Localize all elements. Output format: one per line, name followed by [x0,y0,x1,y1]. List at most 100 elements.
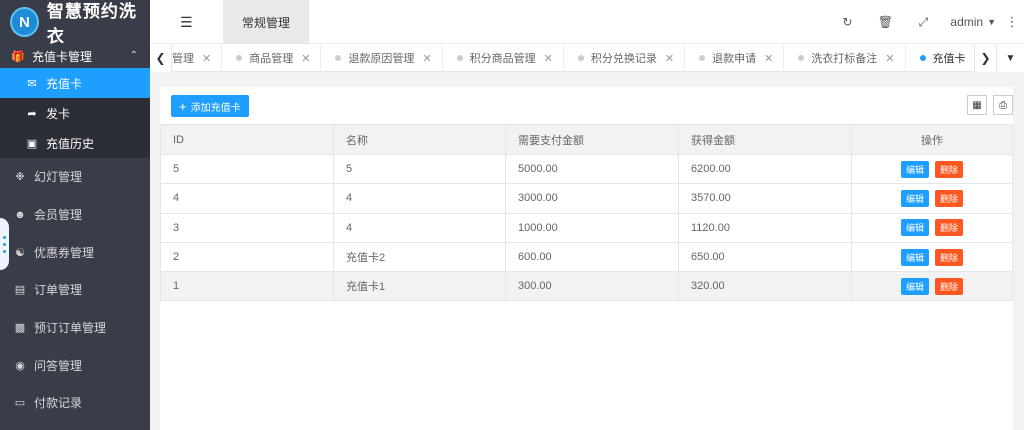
tab-points-exchange[interactable]: 积分兑换记录 ✕ [564,44,686,72]
sidebar-item-label: 优惠券管理 [34,245,95,260]
cell-pay-amount: 1000.00 [505,212,679,243]
sidebar-item-qa[interactable]: ◉ 问答管理 [0,346,150,384]
tab-points-products[interactable]: 积分商品管理 ✕ [443,44,564,72]
tab-label: 退款申请 [712,53,757,65]
table-toolbar: + 添加充值卡 ▦ ⎙ [160,87,1013,124]
column-header-pay-amount[interactable]: 需要支付金额 [505,124,679,155]
add-recharge-card-button[interactable]: + 添加充值卡 [171,95,249,117]
close-icon[interactable]: ✕ [544,52,553,65]
cell-get-amount: 320.00 [678,271,852,302]
sidebar-item-label: 付款记录 [34,396,83,411]
close-icon[interactable]: ✕ [885,52,894,65]
cell-id: 1 [160,271,334,302]
tab-label: 商品管理 [249,53,294,65]
column-header-get-amount[interactable]: 获得金额 [678,124,852,155]
trash-icon[interactable]: 🗑 [866,15,904,29]
tab-label: 退款原因管理 [348,53,415,65]
payment-icon: ▭ [14,397,26,410]
tab-label: 管理 [172,53,194,65]
column-header-name[interactable]: 名称 [333,124,506,155]
sidebar-item-slides[interactable]: ❉ 幻灯管理 [0,158,150,196]
table-row[interactable]: 2 充值卡2 600.00 650.00 编辑 删除 [160,241,1013,273]
edit-button[interactable]: 编辑 [900,219,929,237]
cell-name: 充值卡2 [333,241,506,273]
edit-button[interactable]: 编辑 [900,277,929,295]
print-icon[interactable]: ⎙ [993,95,1013,115]
sidebar-item-recharge-card[interactable]: ✉ 充值卡 [0,68,150,98]
cell-pay-amount: 600.00 [505,241,679,273]
sidebar-item-booking-orders[interactable]: ▩ 预订订单管理 [0,309,150,347]
more-vertical-icon[interactable]: ⋮ [1000,14,1024,30]
sidebar-item-coupons[interactable]: ☯ 优惠券管理 [0,233,150,271]
recharge-card-table: ID 名称 需要支付金额 获得金额 操作 5 5 5000.00 6200.00… [160,124,1013,302]
close-icon[interactable]: ✕ [301,52,310,65]
app-title: 智慧预约洗衣 [46,2,137,46]
tab-refund-reasons[interactable]: 退款原因管理 ✕ [321,44,443,72]
close-icon[interactable]: ✕ [422,52,431,65]
tab-dot [335,55,342,61]
sidebar-item-payments[interactable]: ▭ 付款记录 [0,384,150,422]
caret-down-icon: ▼ [987,17,996,27]
tab-recharge-card[interactable]: 充值卡✕ [906,44,968,72]
cell-get-amount: 6200.00 [678,153,852,185]
close-icon[interactable]: ✕ [764,52,773,65]
edit-button[interactable]: 编辑 [900,248,929,266]
tabs-dropdown-icon[interactable]: ▼ [996,44,1024,72]
sidebar-item-label: 充值卡 [46,76,83,91]
sidebar-item-recharge-history[interactable]: ▣ 充值历史 [0,128,150,158]
refresh-icon[interactable]: ↻ [828,15,866,29]
table-row[interactable]: 3 4 1000.00 1120.00 编辑 删除 [160,212,1013,243]
delete-button[interactable]: 删除 [935,219,964,237]
sidebar-item-members[interactable]: ☻ 会员管理 [0,196,150,234]
fullscreen-icon[interactable]: ⤢ [904,15,942,30]
cell-actions: 编辑 删除 [851,153,1013,185]
sidebar-item-issue-card[interactable]: ➦ 发卡 [0,98,150,128]
delete-button[interactable]: 删除 [935,248,964,266]
envelope-icon: ✉ [27,77,37,90]
slides-icon: ❉ [15,171,25,184]
cell-id: 5 [160,153,334,185]
edit-button[interactable]: 编辑 [900,189,929,207]
user-menu[interactable]: admin ▼ [950,15,996,29]
tabs-scroll-left-icon[interactable]: ❮ [150,44,172,72]
delete-button[interactable]: 删除 [935,277,964,295]
sidebar-item-orders[interactable]: ▤ 订单管理 [0,271,150,309]
table-row[interactable]: 4 4 3000.00 3570.00 编辑 删除 [160,183,1013,214]
tab-products[interactable]: 商品管理 ✕ [222,44,322,72]
tab-laundry-notes[interactable]: 洗衣打标备注 ✕ [784,44,906,72]
column-header-id[interactable]: ID [160,124,334,155]
logo-icon: N [10,7,39,37]
briefcase-icon: ▣ [26,137,38,150]
tab-dot [456,55,463,61]
cell-id: 3 [160,212,334,243]
send-card-icon: ➦ [27,107,37,120]
booking-icon: ▩ [14,322,26,335]
close-icon[interactable]: ✕ [202,52,211,65]
columns-filter-icon[interactable]: ▦ [967,95,987,115]
sidebar-drag-handle[interactable] [0,218,9,270]
username: admin [950,15,984,29]
table-row[interactable]: 1 充值卡1 300.00 320.00 编辑 删除 [160,271,1013,302]
edit-button[interactable]: 编辑 [900,160,929,178]
tab-management[interactable]: 管理 ✕ [172,44,223,72]
delete-button[interactable]: 删除 [935,160,964,178]
tabs-scroll-right-icon[interactable]: ❯ [974,44,996,72]
tab-refund-requests[interactable]: 退款申请 ✕ [685,44,785,72]
delete-button[interactable]: 删除 [935,189,964,207]
tab-dot [919,55,926,61]
close-icon[interactable]: ✕ [665,52,674,65]
order-icon: ▤ [14,284,26,297]
add-button-label: 添加充值卡 [190,102,241,114]
page-tabs-bar: ❮ 管理 ✕ 商品管理 ✕ 退款原因管理 ✕ 积分商品管理 ✕ 积分兑换记录 ✕ 退款申请… [150,44,1024,72]
cell-actions: 编辑 删除 [851,212,1013,243]
menu-toggle-icon[interactable]: ☰ [180,14,193,31]
table-row[interactable]: 5 5 5000.00 6200.00 编辑 删除 [160,153,1013,185]
sidebar: N 智慧预约洗衣 🎁 充值卡管理 ⌃ ✉ 充值卡 ➦ 发卡 ▣ 充值历史 ❉ 幻… [0,0,150,430]
gift-icon: 🎁 [11,50,25,63]
header-tab-general[interactable]: 常规管理 [223,0,309,44]
sidebar-group-recharge-card[interactable]: 🎁 充值卡管理 ⌃ [0,44,150,68]
table-header-row: ID 名称 需要支付金额 获得金额 操作 [160,124,1013,155]
cell-name: 充值卡1 [333,271,506,302]
sidebar-item-label: 幻灯管理 [34,170,83,185]
cell-actions: 编辑 删除 [851,271,1013,302]
